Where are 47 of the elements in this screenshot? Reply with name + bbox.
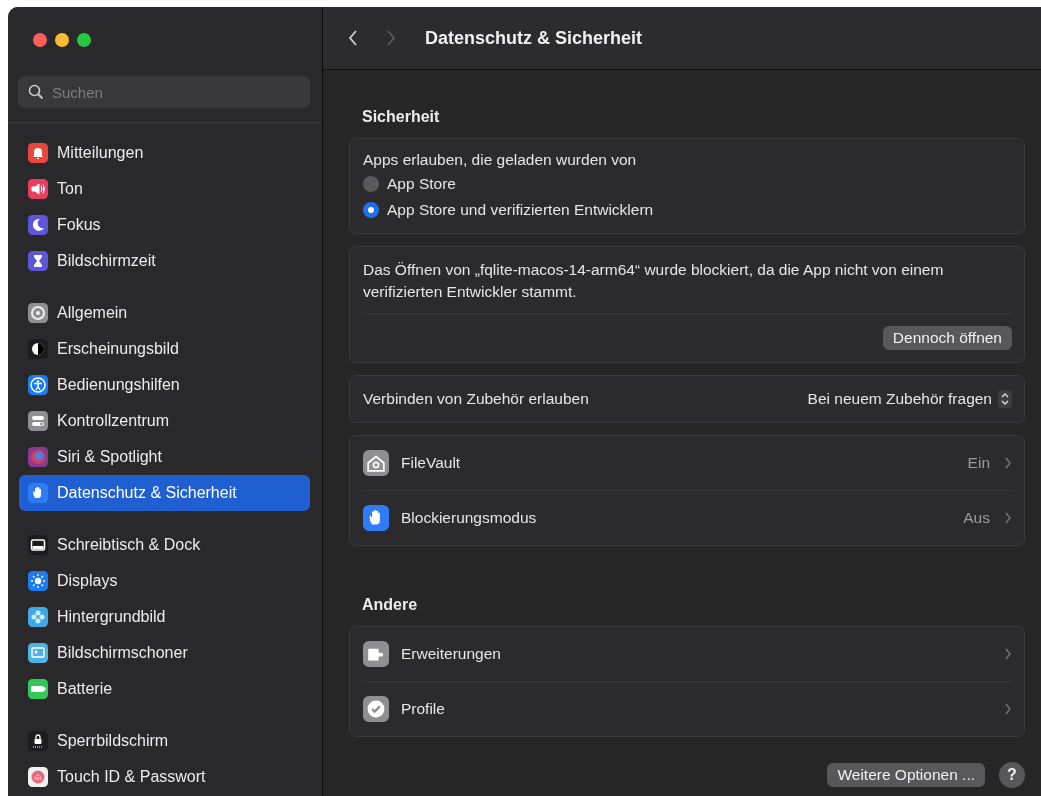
back-button[interactable] <box>347 29 359 47</box>
section-heading: Andere <box>361 595 419 615</box>
sidebar-item[interactable]: Allgemein <box>19 295 310 331</box>
sidebar-item[interactable]: Kontrollzentrum <box>19 403 310 439</box>
help-button[interactable]: ? <box>999 762 1025 788</box>
blocked-app-message: Das Öffnen von „fqlite-macos-14-arm64“ wurde blockiert, da die App nicht von einem verifizierten Entwickler stammt. <box>363 260 945 302</box>
sidebar-item[interactable]: Siri & Spotlight <box>19 439 310 475</box>
setting-label: Verbinden von Zubehör erlauben <box>363 390 589 408</box>
sidebar-item[interactable]: Schreibtisch & Dock <box>19 527 310 563</box>
popup-menu[interactable]: Bei neuem Zubehör fragen <box>807 390 1012 408</box>
sidebar-item[interactable]: Displays <box>19 563 310 599</box>
radio-option[interactable]: App Store <box>363 173 1011 195</box>
sidebar-item[interactable]: Touch ID & Passwort <box>19 759 310 795</box>
open-anyway-button[interactable]: Dennoch öffnen <box>882 326 1012 350</box>
sidebar-item[interactable]: Bildschirmzeit <box>19 243 310 279</box>
close-button[interactable] <box>33 33 47 47</box>
settings-row[interactable]: Erweiterungen <box>350 627 1024 681</box>
radio-button[interactable] <box>363 176 379 192</box>
sidebar-item[interactable]: Hintergrundbild <box>19 599 310 635</box>
sidebar-item[interactable]: Bildschirmschoner <box>19 635 310 671</box>
radio-option[interactable]: App Store und verifizierten Entwicklern <box>363 199 1011 221</box>
settings-row[interactable]: Blockierungsmodus Aus <box>350 491 1024 545</box>
sidebar-item[interactable]: Ton <box>19 171 310 207</box>
minimize-button[interactable] <box>55 33 69 47</box>
sidebar-item[interactable]: Datenschutz & Sicherheit <box>19 475 310 511</box>
sidebar-item[interactable]: Bedienungshilfen <box>19 367 310 403</box>
setting-label: Apps erlauben, die geladen wurden von <box>363 151 638 169</box>
radio-label: App Store <box>387 175 456 193</box>
more-options-button[interactable]: Weitere Optionen ... <box>827 763 985 787</box>
chevron-icon <box>1004 703 1012 715</box>
sidebar-item[interactable]: Batterie <box>19 671 310 707</box>
chevron-icon <box>1004 457 1012 469</box>
search-field[interactable]: Suchen <box>18 76 310 108</box>
radio-label: App Store und verifizierten Entwicklern <box>387 201 654 219</box>
settings-row[interactable]: FileVault Ein <box>350 436 1024 490</box>
sidebar-item[interactable]: Fokus <box>19 207 310 243</box>
section-heading: Sicherheit <box>361 107 441 127</box>
sidebar-item[interactable]: Sperrbildschirm <box>19 723 310 759</box>
radio-button[interactable] <box>363 202 379 218</box>
sidebar-item[interactable]: Mitteilungen <box>19 135 310 171</box>
window-title: Datenschutz & Sicherheit <box>425 27 643 49</box>
chevron-icon <box>1004 648 1012 660</box>
chevron-updown-icon <box>998 390 1012 408</box>
chevron-icon <box>1004 512 1012 524</box>
sidebar-item[interactable]: Erscheinungsbild <box>19 331 310 367</box>
settings-row[interactable]: Profile <box>350 682 1024 736</box>
zoom-button[interactable] <box>77 33 91 47</box>
